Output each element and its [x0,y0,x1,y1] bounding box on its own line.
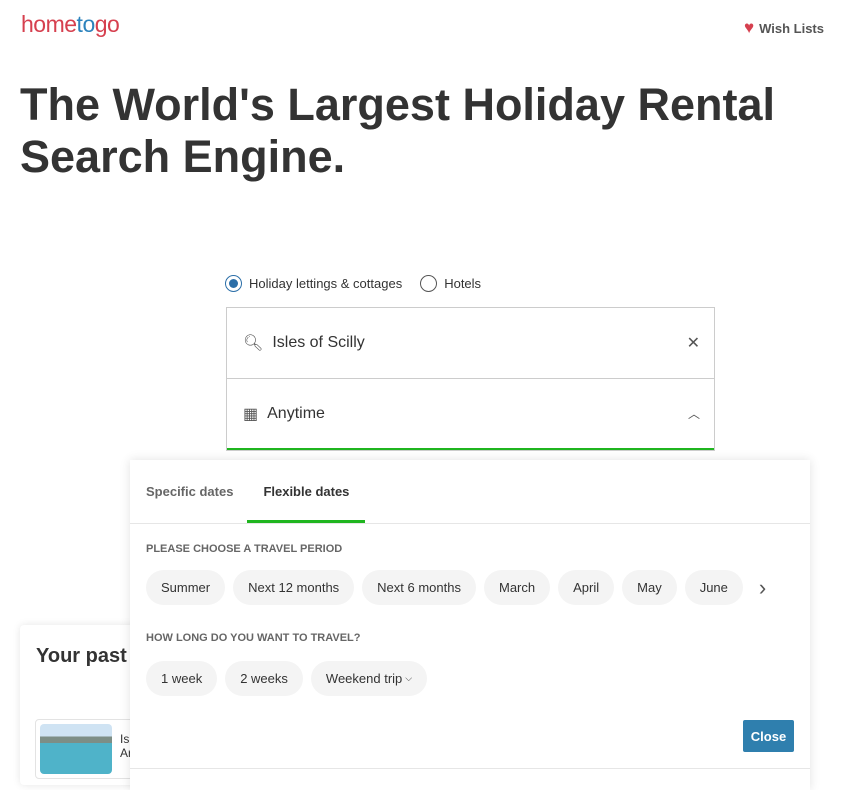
period-chip[interactable]: Summer [146,570,226,605]
period-chip[interactable]: Next 12 months [233,570,355,605]
chevron-right-icon[interactable]: › [759,575,766,601]
period-chip[interactable]: March [484,570,551,605]
radio-label: Holiday lettings & cottages [249,276,403,291]
duration-chip[interactable]: 1 week [146,661,218,696]
past-searches-title: Your past [36,645,127,667]
divider [130,768,810,769]
logo[interactable]: hometogo [21,11,120,38]
dates-value: Anytime [267,404,325,422]
radio-button[interactable] [225,275,242,292]
radio-button[interactable] [420,275,438,292]
travel-period-label: PLEASE CHOOSE A TRAVEL PERIOD [146,543,343,555]
radio-holiday-lettings[interactable]: Holiday lettings & cottages [225,275,402,292]
duration-chip-weekend[interactable]: Weekend trip ⌵ [310,661,428,696]
search-box: 🔍︎ Isles of Scilly ✕ ▦ Anytime ︿ [226,307,715,451]
clear-icon[interactable]: ✕ [687,333,700,353]
radio-hotels[interactable]: Hotels [420,275,481,292]
duration-label: HOW LONG DO YOU WANT TO TRAVEL? [146,632,361,644]
destination-field[interactable]: 🔍︎ Isles of Scilly ✕ [227,308,714,379]
calendar-icon: ▦ [243,405,259,423]
close-button[interactable]: Close [743,720,794,752]
period-chip[interactable]: June [684,570,743,605]
chevron-down-icon: ⌵ [405,673,413,683]
destination-thumbnail [40,724,112,774]
dates-field[interactable]: ▦ Anytime ︿ [227,379,714,450]
duration-chip-label: Weekend trip [325,671,403,686]
heart-icon: ♥ [744,18,755,37]
tab-flexible-dates[interactable]: Flexible dates [247,460,366,523]
wish-lists-link[interactable]: ♥ Wish Lists [744,18,824,38]
tab-specific-dates[interactable]: Specific dates [146,460,233,523]
period-chip[interactable]: Next 6 months [362,570,476,605]
wish-lists-label: Wish Lists [759,20,824,36]
radio-label: Hotels [444,276,482,291]
period-chip[interactable]: April [558,570,615,605]
search-icon: 🔍︎ [243,335,264,352]
search-type: Holiday lettings & cottages Hotels [225,275,481,292]
page-title: The World's Largest Holiday Rental Searc… [20,79,776,182]
period-chip[interactable]: May [622,570,677,605]
chevron-up-icon[interactable]: ︿ [688,405,700,422]
destination-input[interactable]: Isles of Scilly [272,334,677,352]
date-picker-popup: Specific dates Flexible dates PLEASE CHO… [130,460,810,790]
duration-chip[interactable]: 2 weeks [225,661,303,696]
